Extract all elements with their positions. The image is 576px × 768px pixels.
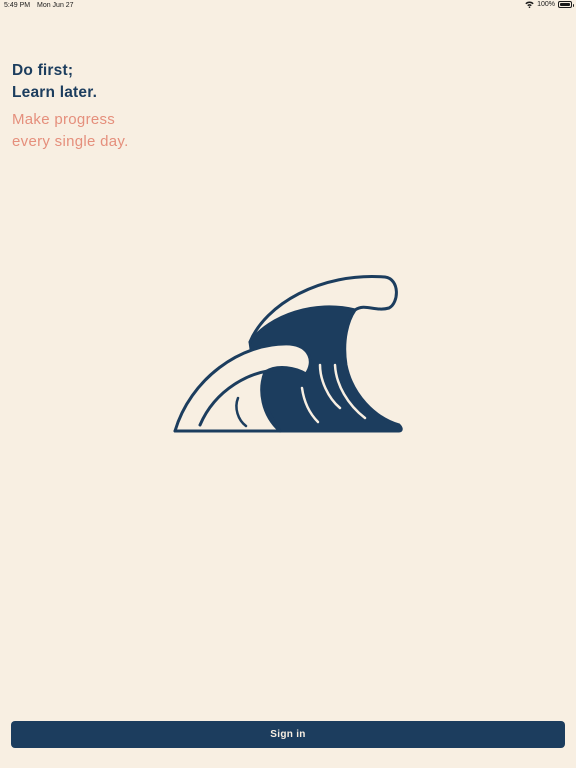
status-date: Mon Jun 27 bbox=[37, 2, 74, 9]
battery-percentage: 100% bbox=[537, 1, 555, 8]
battery-fill bbox=[560, 3, 570, 6]
tagline-line-1: Make progress bbox=[12, 111, 116, 128]
status-bar: 5:49 PM Mon Jun 27 100% bbox=[0, 0, 576, 12]
tagline-line-2: every single day. bbox=[12, 133, 129, 150]
tagline: Make progress every single day. bbox=[12, 109, 129, 153]
wifi-icon bbox=[525, 1, 534, 8]
status-time: 5:49 PM bbox=[4, 2, 31, 9]
wave-icon bbox=[173, 274, 403, 433]
headline-line-1: Do first; bbox=[12, 62, 74, 79]
status-indicators: 100% bbox=[525, 1, 574, 8]
headline: Do first; Learn later. bbox=[12, 60, 97, 104]
battery-icon bbox=[558, 1, 574, 8]
headline-line-2: Learn later. bbox=[12, 84, 98, 101]
sign-in-button[interactable]: Sign in bbox=[11, 721, 565, 748]
